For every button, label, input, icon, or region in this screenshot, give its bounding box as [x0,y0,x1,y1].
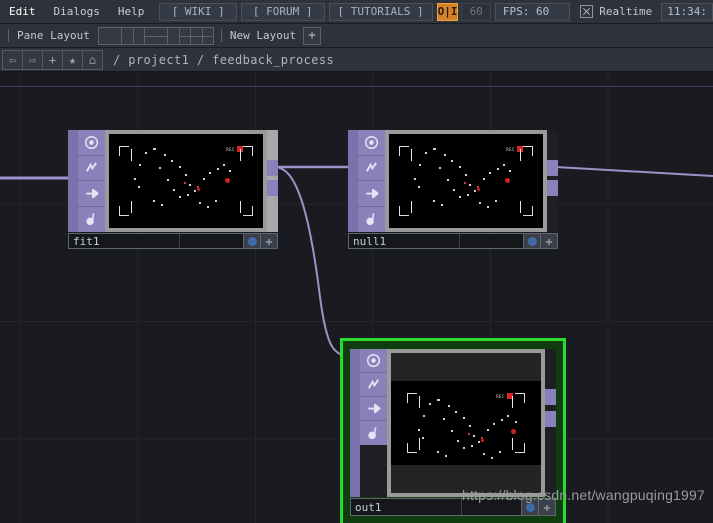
node-output-column[interactable] [267,130,278,232]
output-connector-1[interactable] [547,160,558,176]
node-flags-fit1 [78,130,105,232]
application-window: Edit Dialogs Help [ WIKI ] [ FORUM ] [ T… [0,0,713,523]
breadcrumb[interactable]: / project1 / feedback_process [113,53,334,67]
viewport-render: REC [109,134,263,228]
new-layout-plus-button[interactable]: + [303,26,322,45]
layout-two-row-pane-icon[interactable] [143,26,168,45]
forum-button[interactable]: [ FORUM ] [240,2,325,21]
node-flags-null1 [358,130,385,232]
tutorials-button[interactable]: [ TUTORIALS ] [328,2,433,21]
node-footer-null1: null1 ✚ [348,233,558,249]
favorite-star-icon[interactable]: ★ [62,49,83,70]
node-fit1[interactable]: REC fit1 ✚ [68,130,278,249]
node-name-label: null1 [353,234,387,248]
network-path-bar: ⇦ ⇨ + ★ ⌂ / project1 / feedback_process [0,48,713,72]
node-thumbnail-out1[interactable]: REC [387,349,545,497]
new-layout-label: New Layout [229,29,297,42]
bypass-flag-icon[interactable] [360,421,387,445]
forward-icon[interactable]: ⇨ [22,49,43,70]
blue-dot-icon [247,236,257,246]
plus-cross-icon: ✚ [545,234,553,248]
realtime-checkbox[interactable] [580,5,594,18]
back-icon[interactable]: ⇦ [2,49,23,70]
clock-field: 11:34: [661,2,713,21]
blue-dot-icon [525,502,535,512]
render-flag-icon[interactable] [78,181,105,207]
node-input-flag-column[interactable] [348,130,358,232]
home-icon[interactable]: ⌂ [82,49,103,70]
node-name-field-fit1[interactable]: fit1 [68,233,244,249]
pane-layout-label: Pane Layout [17,29,90,42]
node-input-flag-column[interactable] [350,349,360,497]
layout-three-pane-icon[interactable] [166,26,191,45]
toolbar-separator [8,29,9,42]
bypass-flag-icon[interactable] [358,207,385,233]
viewport-render: REC [389,134,543,228]
node-name-label: fit1 [73,234,100,248]
realtime-label: Realtime [599,5,653,18]
render-flag-icon[interactable] [358,181,385,207]
toolbar-separator-2 [220,29,222,42]
node-null1[interactable]: REC null1 ✚ [348,130,558,249]
menu-help[interactable]: Help [109,0,154,23]
pane-layout-options [97,26,214,45]
network-editor-canvas[interactable]: REC fit1 ✚ REC null1 ✚ REC out1 ✚ https:… [0,72,713,523]
node-output-column[interactable] [545,349,556,497]
display-flag-icon[interactable] [78,130,105,156]
output-connector-2[interactable] [547,180,558,196]
template-flag-icon[interactable] [358,156,385,181]
node-output-column[interactable] [547,130,558,232]
menu-dialogs[interactable]: Dialogs [45,0,109,23]
layout-four-pane-icon[interactable] [189,26,214,45]
add-icon[interactable]: + [42,49,63,70]
node-footer-fit1: fit1 ✚ [68,233,278,249]
node-name-field-null1[interactable]: null1 [348,233,524,249]
blue-dot-icon [527,236,537,246]
playback-toggle-button[interactable]: O|I [436,2,459,21]
watermark-text: https://blog.csdn.net/wangpuqing1997 [461,487,705,503]
output-connector-1[interactable] [545,389,556,405]
viewport-render: REC [391,353,541,493]
main-menu-bar: Edit Dialogs Help [ WIKI ] [ FORUM ] [ T… [0,0,713,24]
rec-label: REC [506,146,515,152]
output-connector-2[interactable] [545,411,556,427]
node-input-flag-column[interactable] [68,130,78,232]
node-name-label: out1 [355,500,382,514]
template-flag-icon[interactable] [360,373,387,397]
display-flag-icon[interactable] [358,130,385,156]
wiki-button[interactable]: [ WIKI ] [159,2,237,21]
node-expand-button[interactable]: ✚ [540,233,558,249]
frame-rate-field[interactable]: 60 [461,2,491,21]
plus-cross-icon: ✚ [265,234,273,248]
node-color-button[interactable] [523,233,541,249]
output-connector-1[interactable] [267,160,278,176]
rec-label: REC [496,393,505,399]
fps-field[interactable]: FPS: 60 [494,2,571,21]
node-color-button[interactable] [243,233,261,249]
canvas-grid-accent-line [0,86,713,87]
rec-label: REC [226,146,235,152]
layout-two-column-pane-icon[interactable] [120,26,145,45]
pane-layout-bar: Pane Layout New Layout + [0,24,713,48]
bypass-flag-icon[interactable] [78,207,105,233]
menu-edit[interactable]: Edit [0,0,45,23]
display-flag-icon[interactable] [360,349,387,373]
node-expand-button[interactable]: ✚ [260,233,278,249]
node-flags-out1 [360,349,387,445]
node-thumbnail-null1[interactable]: REC [385,130,547,232]
template-flag-icon[interactable] [78,156,105,181]
node-thumbnail-fit1[interactable]: REC [105,130,267,232]
output-connector-2[interactable] [267,180,278,196]
layout-single-pane-icon[interactable] [97,26,122,45]
render-flag-icon[interactable] [360,397,387,421]
viewport-letterbox-top [391,353,541,381]
